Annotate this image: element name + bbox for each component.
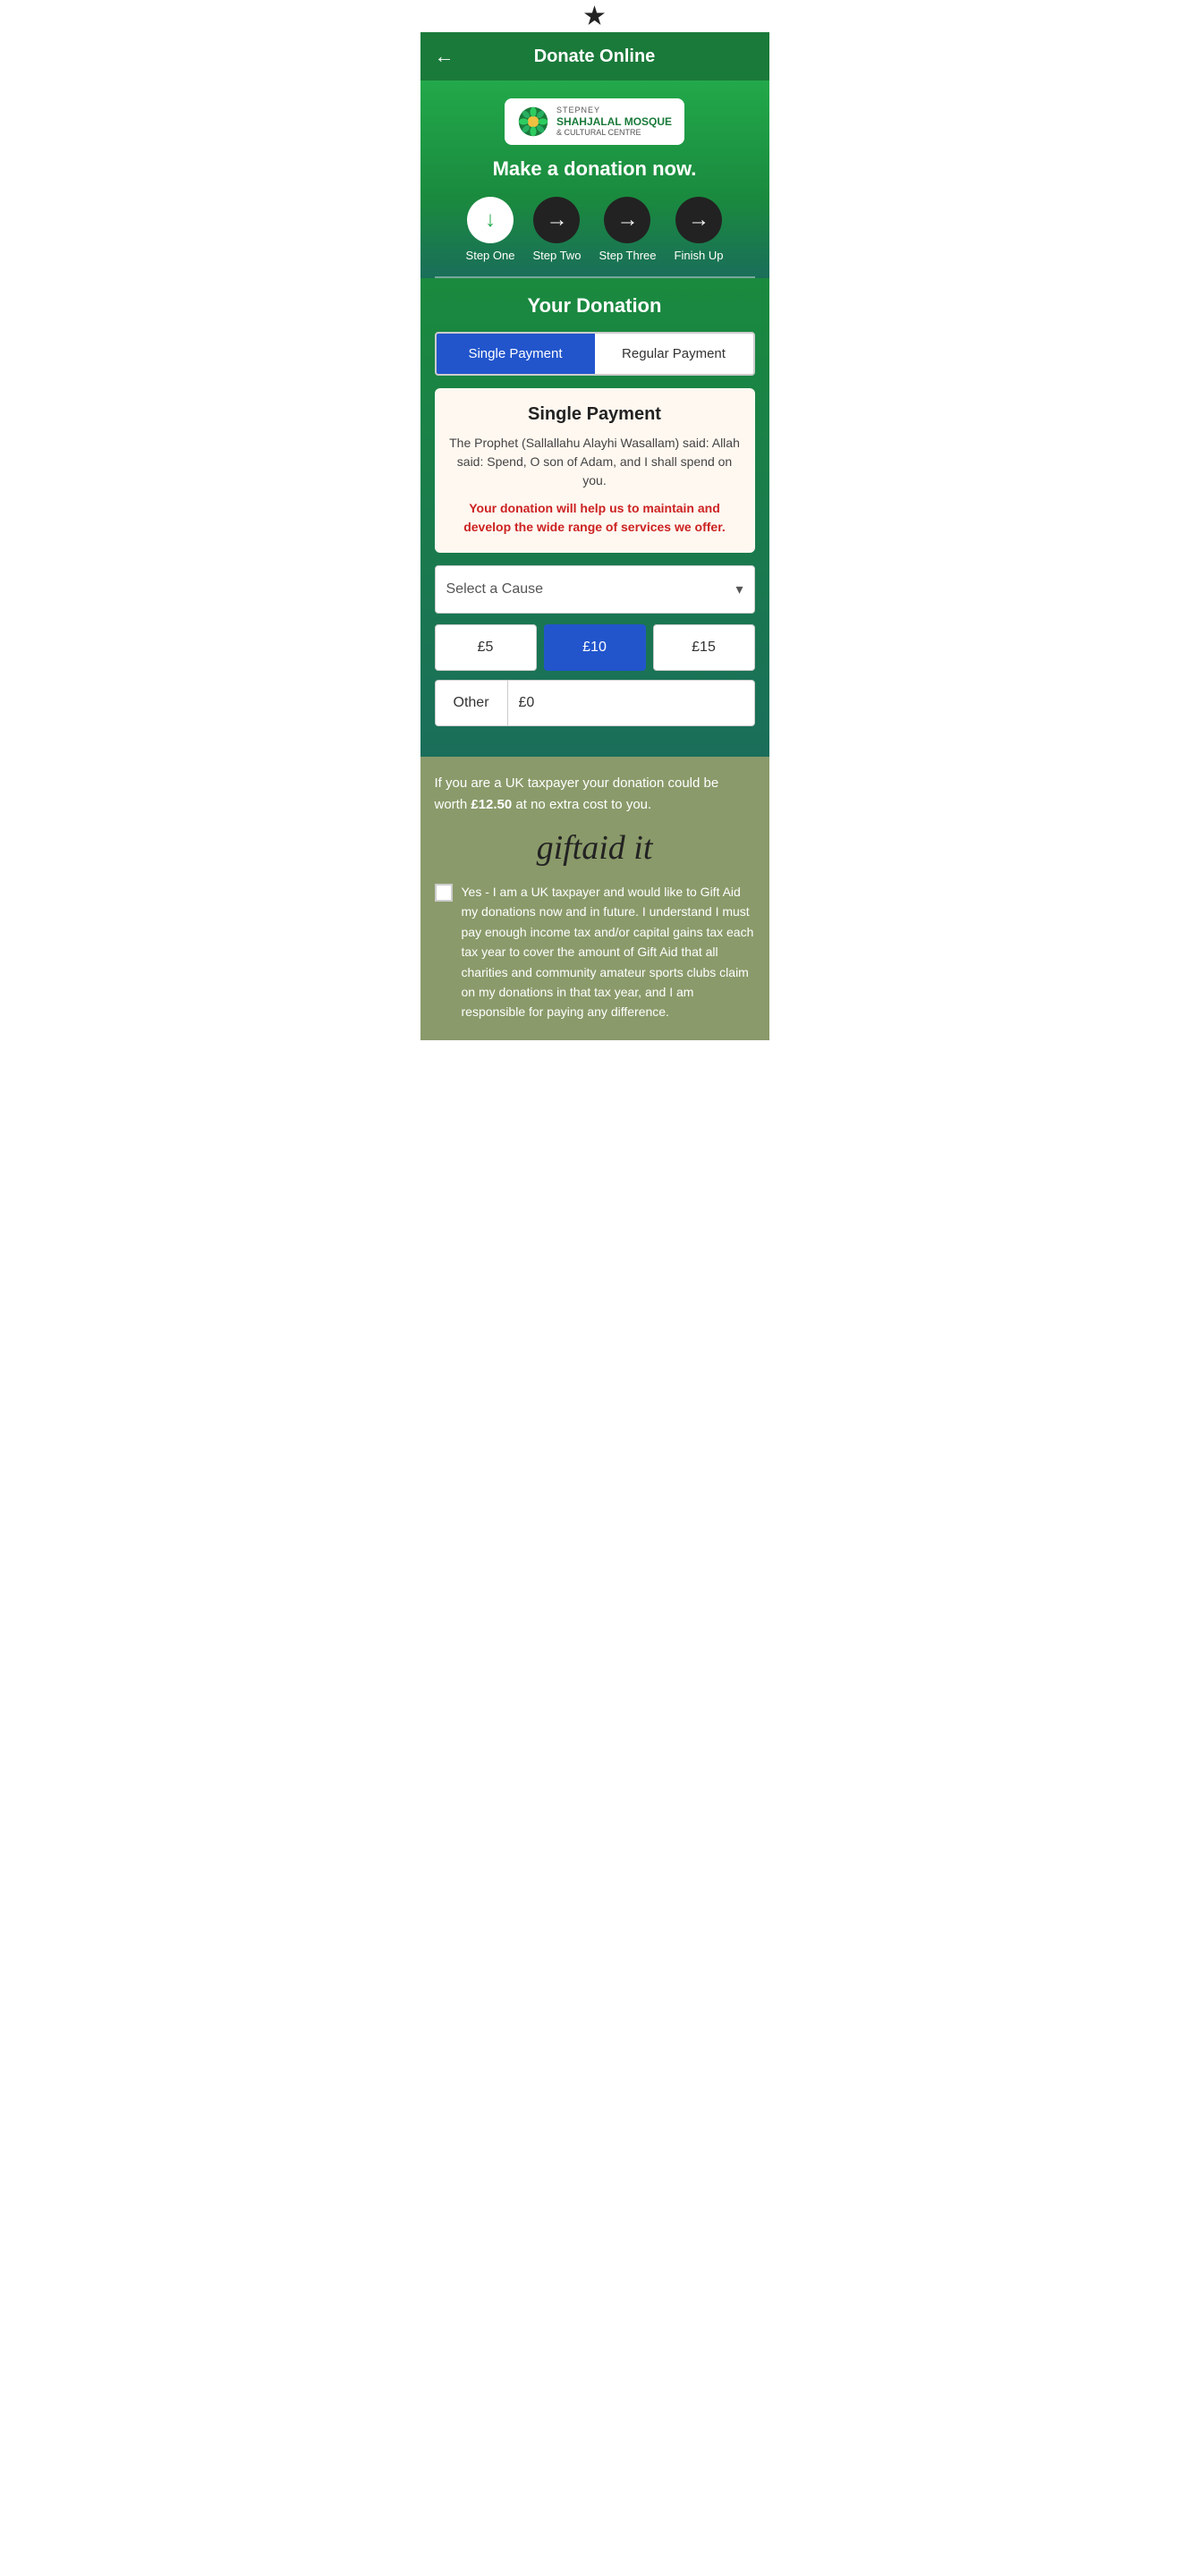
- giftaid-section: If you are a UK taxpayer your donation c…: [420, 757, 769, 1040]
- other-amount-input[interactable]: [507, 680, 755, 726]
- other-button[interactable]: Other: [435, 680, 507, 726]
- giftaid-logo: giftaid it: [435, 828, 755, 868]
- mosque-name: STEPNEY SHAHJALAL MOSQUE & CULTURAL CENT…: [556, 106, 672, 138]
- step-three-label: Step Three: [599, 249, 656, 262]
- payment-card: Single Payment The Prophet (Sallallahu A…: [435, 388, 755, 553]
- single-payment-btn[interactable]: Single Payment: [437, 334, 595, 374]
- step-one-circle: ↓: [467, 197, 514, 243]
- step-one[interactable]: ↓ Step One: [466, 197, 515, 262]
- header: ← Donate Online: [420, 32, 769, 80]
- back-button[interactable]: ←: [435, 45, 454, 68]
- step-one-label: Step One: [466, 249, 515, 262]
- payment-card-cta: Your donation will help us to maintain a…: [449, 499, 741, 537]
- mosque-logo-icon: [517, 106, 549, 138]
- amount-row: £5 £10 £15: [435, 624, 755, 671]
- step-two-circle: →: [533, 197, 580, 243]
- other-row: Other: [435, 680, 755, 726]
- step-three-circle: →: [604, 197, 650, 243]
- logo-name: SHAHJALAL MOSQUE: [556, 115, 672, 128]
- chevron-down-icon: ▾: [735, 580, 743, 598]
- amount-15-btn[interactable]: £15: [653, 624, 755, 671]
- giftaid-description: If you are a UK taxpayer your donation c…: [435, 773, 755, 816]
- payment-card-quote: The Prophet (Sallallahu Alayhi Wasallam)…: [449, 434, 741, 490]
- giftaid-checkbox-row: Yes - I am a UK taxpayer and would like …: [435, 882, 755, 1022]
- finish-up-label: Finish Up: [675, 249, 724, 262]
- giftaid-amount: £12.50: [471, 797, 512, 812]
- hero-section: STEPNEY SHAHJALAL MOSQUE & CULTURAL CENT…: [420, 80, 769, 278]
- finish-up[interactable]: → Finish Up: [675, 197, 724, 262]
- finish-up-circle: →: [675, 197, 722, 243]
- page-title: Donate Online: [534, 47, 656, 67]
- donation-title: Your Donation: [435, 294, 755, 318]
- amount-5-btn[interactable]: £5: [435, 624, 537, 671]
- step-two-label: Step Two: [532, 249, 581, 262]
- step-two[interactable]: → Step Two: [532, 197, 581, 262]
- giftaid-checkbox-label: Yes - I am a UK taxpayer and would like …: [462, 882, 755, 1022]
- mosque-logo: STEPNEY SHAHJALAL MOSQUE & CULTURAL CENT…: [505, 98, 684, 145]
- logo-sub: & CULTURAL CENTRE: [556, 128, 672, 138]
- select-cause-label: Select a Cause: [446, 581, 544, 597]
- steps-nav: ↓ Step One → Step Two → Step Three → Fin…: [435, 197, 755, 276]
- hero-title: Make a donation now.: [435, 157, 755, 181]
- payment-card-title: Single Payment: [449, 404, 741, 425]
- regular-payment-btn[interactable]: Regular Payment: [595, 334, 753, 374]
- payment-toggle: Single Payment Regular Payment: [435, 332, 755, 376]
- logo-stepney: STEPNEY: [556, 106, 672, 115]
- giftaid-checkbox[interactable]: [435, 884, 453, 902]
- status-bar: [420, 0, 769, 32]
- select-cause-dropdown[interactable]: Select a Cause ▾: [435, 565, 755, 614]
- status-bar-icon: [584, 5, 606, 27]
- donation-section: Your Donation Single Payment Regular Pay…: [420, 278, 769, 757]
- amount-10-btn[interactable]: £10: [544, 624, 646, 671]
- step-three[interactable]: → Step Three: [599, 197, 656, 262]
